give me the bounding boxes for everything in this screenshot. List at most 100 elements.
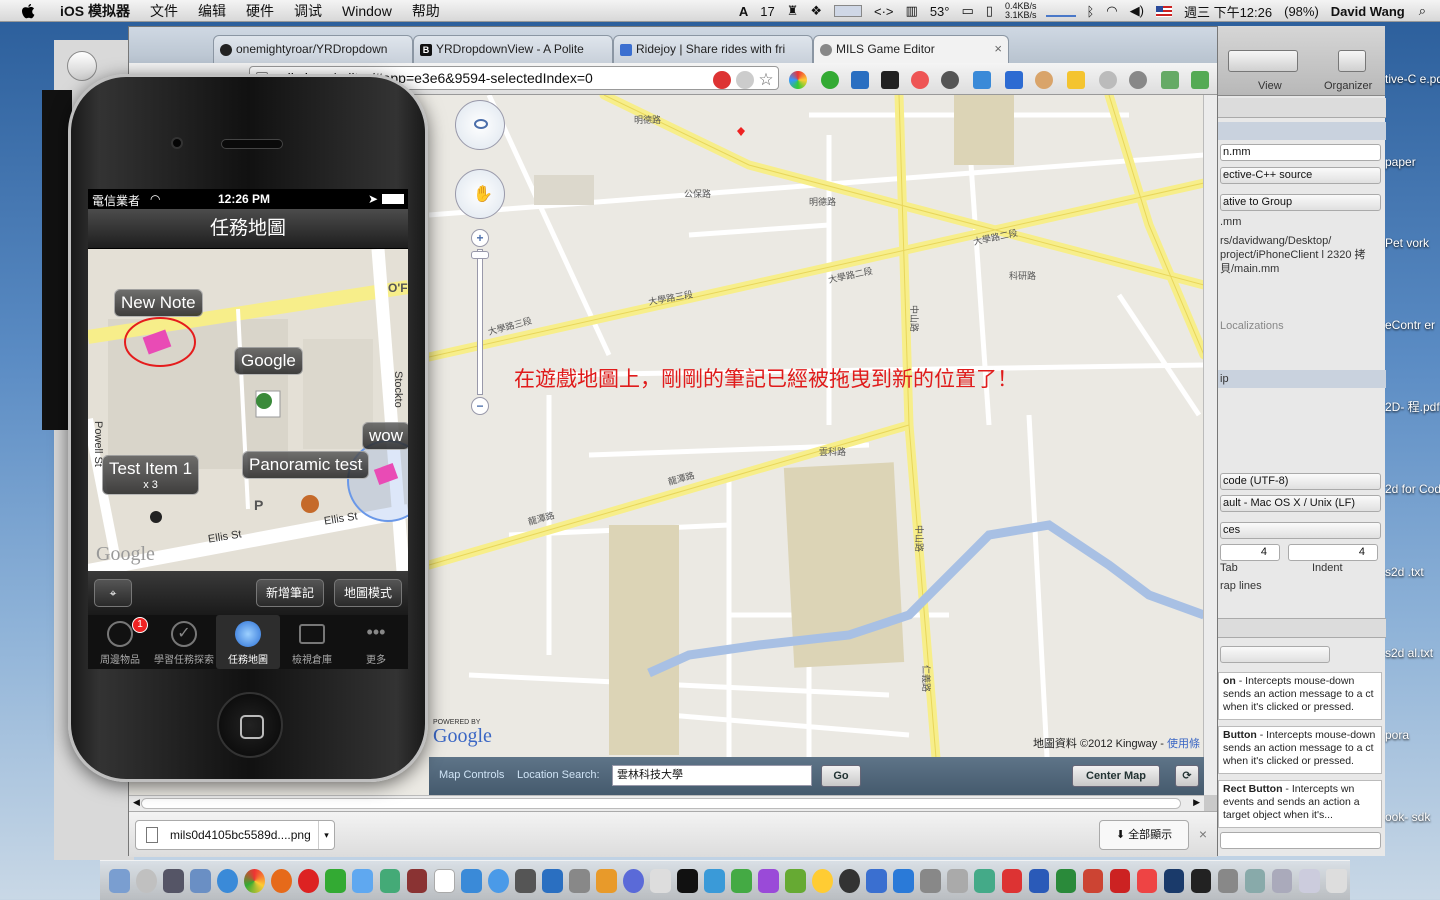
safari-icon[interactable]: [217, 868, 238, 893]
encoding-select[interactable]: code (UTF-8): [1220, 473, 1381, 490]
library-tabs[interactable]: [1216, 618, 1386, 638]
horizontal-scrollbar[interactable]: ◀ ▶: [129, 795, 1204, 811]
center-map-button[interactable]: Center Map: [1072, 765, 1160, 787]
menu-file[interactable]: 文件: [140, 1, 188, 21]
code-icon[interactable]: <·>: [868, 4, 900, 19]
tab-ridejoy[interactable]: Ridejoy | Share rides with fri: [613, 35, 813, 63]
show-all-downloads-button[interactable]: ⬇ 全部顯示: [1099, 820, 1189, 850]
close-tab-icon[interactable]: ×: [994, 41, 1002, 56]
cpu-icon[interactable]: ▥: [900, 3, 924, 19]
tab-yrdropdown-github[interactable]: onemightyroar/YRDropdown: [213, 35, 413, 63]
tab-mils-game-editor[interactable]: MILS Game Editor ×: [813, 35, 1009, 63]
plus-icon[interactable]: [1191, 71, 1209, 89]
evernote-icon[interactable]: ♜: [781, 3, 805, 19]
spotlight-icon[interactable]: ⌕: [1411, 3, 1440, 19]
vertical-scrollbar[interactable]: [1203, 95, 1217, 795]
extension-icon[interactable]: [789, 71, 807, 89]
bookmark-star-icon[interactable]: ☆: [757, 71, 775, 89]
desktop-file[interactable]: 2D- 程.pdf: [1385, 400, 1440, 415]
tab-more[interactable]: ••• 更多: [344, 615, 408, 669]
file-type-select[interactable]: ective-C++ source: [1220, 167, 1381, 184]
map-callout[interactable]: wow: [362, 422, 408, 450]
tab-width-field[interactable]: 4: [1220, 544, 1280, 561]
evernote-ext-icon[interactable]: [821, 71, 839, 89]
calendar-icon[interactable]: [433, 868, 455, 893]
tab-learning-tasks[interactable]: ✓ 學習任務探索: [152, 615, 216, 669]
adium-icon[interactable]: [325, 868, 347, 893]
locate-me-icon[interactable]: ⌖: [94, 579, 132, 607]
word-icon[interactable]: [1028, 868, 1050, 893]
app-icon[interactable]: [758, 868, 779, 893]
face-icon[interactable]: [1035, 71, 1053, 89]
instruments-icon[interactable]: [569, 868, 590, 893]
google-logo[interactable]: Google: [433, 725, 492, 748]
tab-nearby-items[interactable]: 1 周邊物品: [88, 615, 152, 669]
finder-icon[interactable]: [109, 868, 130, 893]
disk-utility-icon[interactable]: [623, 868, 644, 893]
tag-icon[interactable]: [973, 71, 991, 89]
map-callout[interactable]: New Note: [114, 289, 203, 317]
gear-icon[interactable]: [1129, 71, 1147, 89]
line-endings-select[interactable]: ault - Mac OS X / Unix (LF): [1220, 495, 1381, 512]
map-callout[interactable]: Panoramic test: [242, 451, 370, 479]
desktop-file[interactable]: tive-C e.pdf: [1385, 72, 1440, 87]
app-store-icon[interactable]: [460, 868, 482, 893]
virtualbox-icon[interactable]: [704, 868, 725, 893]
download-arrow-icon[interactable]: [1005, 71, 1023, 89]
wifi-icon[interactable]: ◠: [1100, 3, 1123, 19]
app-icon[interactable]: [1082, 868, 1104, 893]
zoom-out-icon[interactable]: −: [471, 397, 489, 415]
bulb-icon[interactable]: [736, 71, 754, 89]
apple-menu-icon[interactable]: [18, 2, 38, 20]
home-button[interactable]: [217, 692, 283, 758]
launchpad-icon[interactable]: [136, 868, 157, 893]
excel-icon[interactable]: [1055, 868, 1077, 893]
temperature[interactable]: 53°: [924, 4, 956, 19]
leaf-icon[interactable]: [785, 868, 806, 893]
app-icon[interactable]: [731, 868, 752, 893]
battery-widget-icon[interactable]: ▯: [980, 3, 999, 19]
library-item[interactable]: Rect Button - Intercepts wn events and s…: [1218, 780, 1382, 828]
close-downloads-icon[interactable]: ×: [1199, 826, 1207, 842]
dictionary-icon[interactable]: [406, 868, 428, 893]
chevron-down-icon[interactable]: ▾: [318, 821, 334, 849]
zoom-in-icon[interactable]: +: [471, 229, 489, 247]
filename-field[interactable]: n.mm: [1220, 144, 1381, 161]
library-item[interactable]: Button - Intercepts mouse-down sends an …: [1218, 726, 1382, 774]
lastpass-icon[interactable]: [911, 71, 929, 89]
skype-icon[interactable]: [352, 868, 374, 893]
desktop-file[interactable]: pora: [1385, 728, 1409, 743]
menu-hardware[interactable]: 硬件: [236, 1, 284, 21]
desktop-file[interactable]: paper: [1385, 155, 1416, 170]
itunes-icon[interactable]: [487, 868, 509, 893]
opera-icon[interactable]: [298, 868, 320, 893]
indent-width-field[interactable]: 4: [1288, 544, 1378, 561]
search-ext-icon[interactable]: [1099, 71, 1117, 89]
desktop-file[interactable]: ook- sdk: [1385, 810, 1430, 825]
menu-edit[interactable]: 编辑: [188, 1, 236, 21]
scroll-right-icon[interactable]: ▶: [1193, 797, 1200, 808]
tab-task-map[interactable]: 任務地圖: [216, 615, 280, 669]
user-name[interactable]: David Wang: [1325, 4, 1411, 19]
firefox-icon[interactable]: [271, 868, 293, 893]
app-icon[interactable]: [1136, 868, 1158, 893]
refresh-icon[interactable]: ⟳: [1175, 765, 1199, 787]
menu-help[interactable]: 帮助: [402, 1, 450, 21]
map-mode-button[interactable]: 地圖模式: [334, 579, 402, 607]
map-callout[interactable]: Test Item 1x 3: [102, 455, 200, 495]
dropbox-icon[interactable]: ❖: [804, 3, 828, 19]
location-search-input[interactable]: 雲林科技大學: [612, 765, 812, 786]
library-search-field[interactable]: [1220, 832, 1381, 849]
xcode-icon[interactable]: [541, 868, 563, 893]
app-icon[interactable]: [1217, 868, 1239, 893]
fan-icon[interactable]: ▭: [955, 3, 979, 19]
desktop-file[interactable]: Pet vork: [1385, 236, 1429, 251]
desktop-file[interactable]: eContr er: [1385, 318, 1435, 333]
unity-icon[interactable]: [514, 868, 536, 893]
download-item[interactable]: mils0d4105bc5589d....png ▾: [135, 820, 335, 850]
ios-map[interactable]: O'F Stockto Powell St Ellis St Ellis St …: [88, 249, 408, 571]
back-button[interactable]: [67, 51, 97, 81]
scroll-left-icon[interactable]: ◀: [133, 797, 140, 808]
map-canvas[interactable]: 明德路 明德路 大學路三段 大學路三段 大學路二段 大學路二段 中山路 中山路 …: [429, 95, 1204, 795]
bug-icon[interactable]: [941, 71, 959, 89]
